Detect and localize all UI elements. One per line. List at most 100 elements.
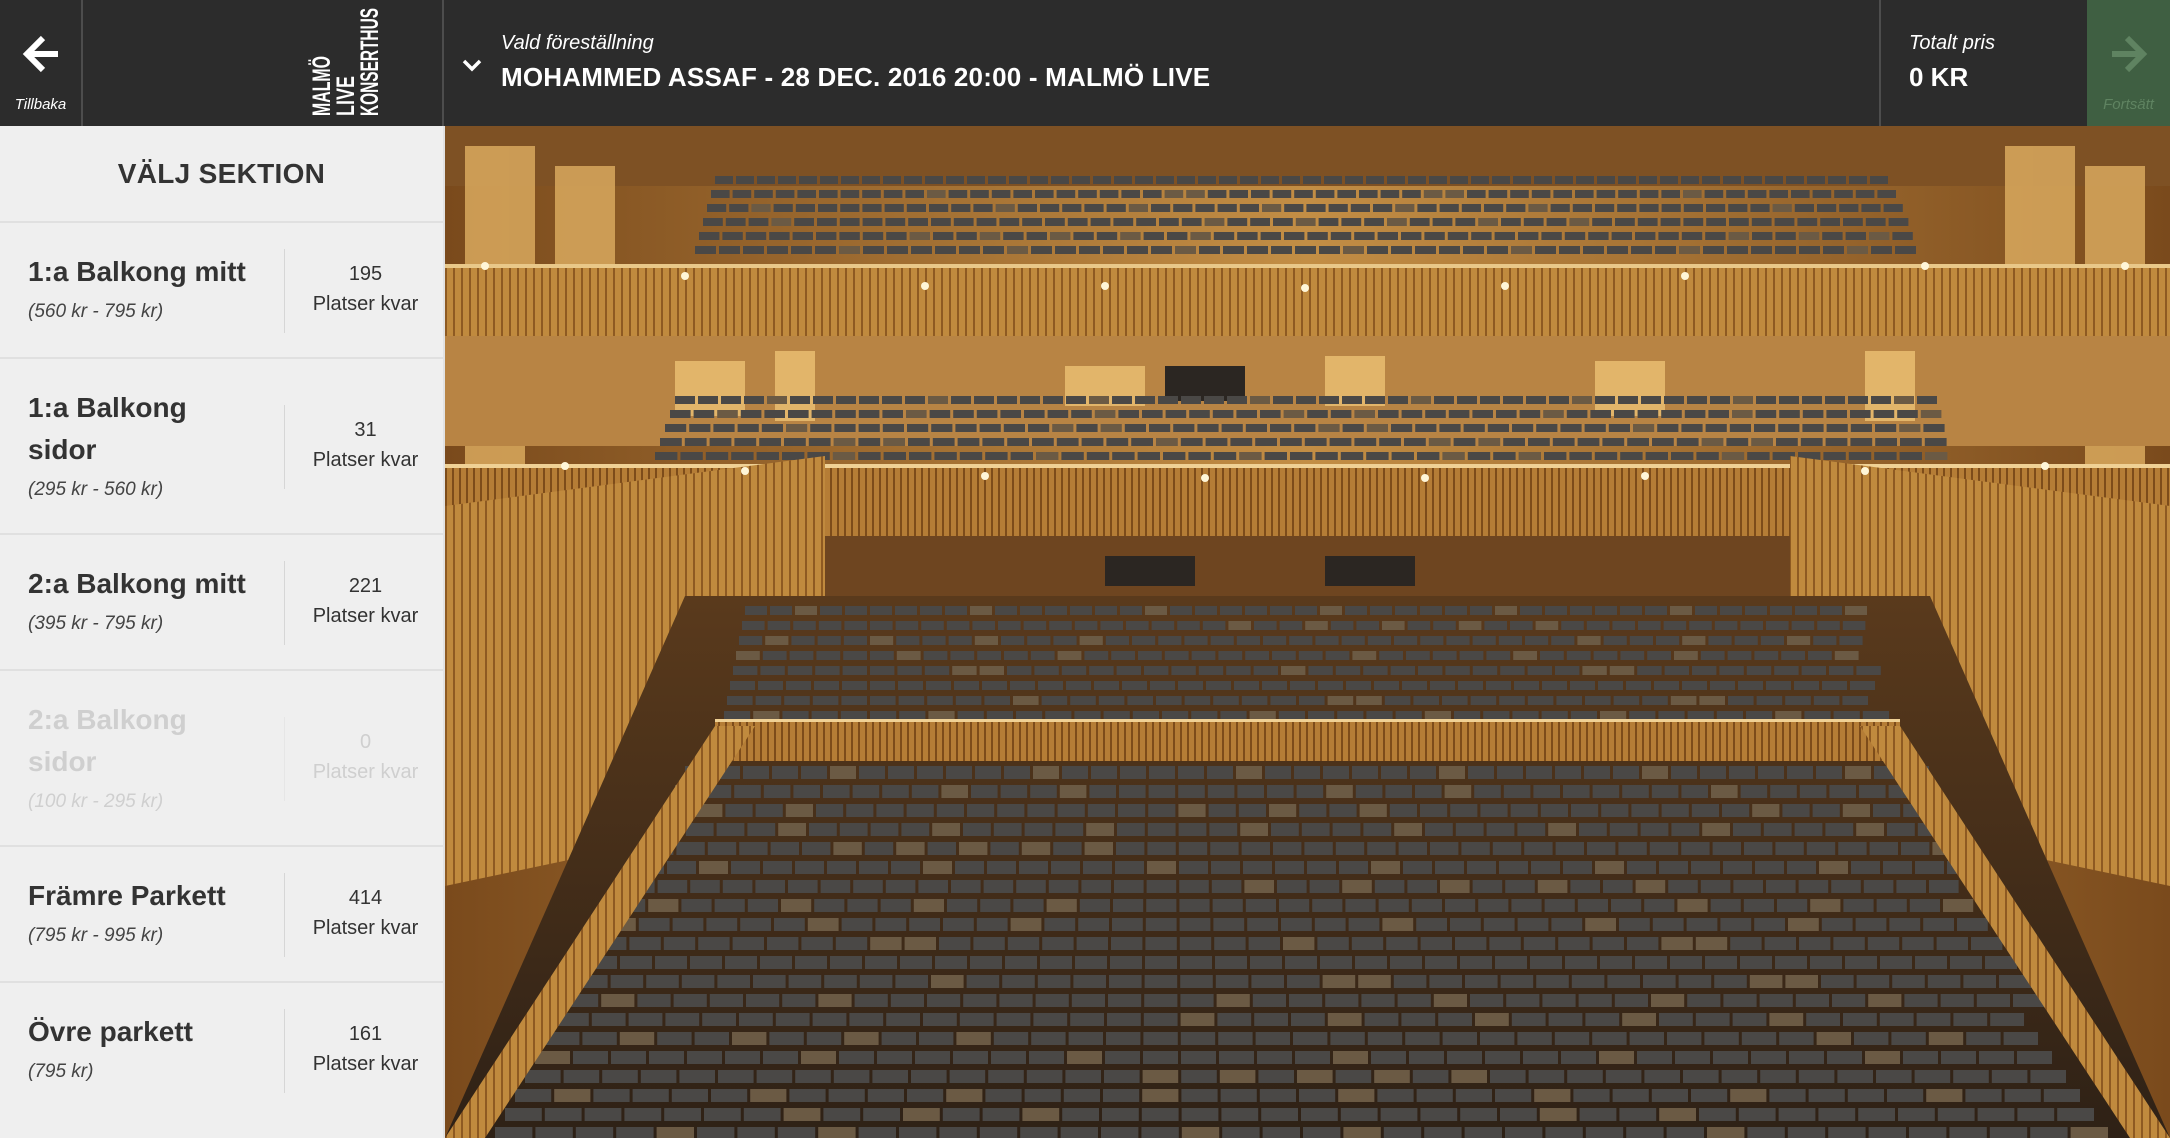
seat-shape (807, 918, 839, 931)
seat-shape (1211, 861, 1240, 874)
seat-shape (1563, 785, 1590, 798)
seat-shape (1284, 204, 1304, 212)
seat-shape (1359, 804, 1387, 817)
seat-shape (817, 218, 837, 226)
seat-shape (1089, 396, 1109, 404)
seat-shape (1146, 880, 1177, 893)
seat-shape (887, 246, 908, 254)
section-item-framre-parkett[interactable]: Främre Parkett (795 kr - 995 kr) 414 Pla… (0, 847, 443, 983)
seat-shape (906, 204, 926, 212)
seat-shape (1181, 1108, 1219, 1121)
seat-shape (1572, 204, 1592, 212)
seat-shape (1570, 606, 1592, 615)
seat-shape (1713, 1051, 1748, 1064)
seat-shape (1295, 246, 1316, 254)
seat-shape (814, 681, 839, 690)
continue-button[interactable]: Fortsätt (2087, 0, 2170, 126)
seat-shape (610, 975, 644, 988)
seat-shape (535, 1127, 573, 1138)
seat-shape (1585, 1127, 1624, 1138)
seat-shape (998, 621, 1021, 630)
seat-shape (1733, 880, 1763, 893)
performance-selector[interactable]: Vald föreställning MOHAMMED ASSAF - 28 D… (445, 0, 1879, 126)
seat-shape (953, 218, 974, 226)
seat-shape (1775, 711, 1802, 720)
seat-shape (973, 204, 993, 212)
seat-shape (1215, 975, 1249, 988)
seat-shape (1775, 246, 1796, 254)
seat-shape (1455, 823, 1484, 836)
seat-shape (1729, 218, 1749, 226)
section-item-balkong2-mitt[interactable]: 2:a Balkong mitt (395 kr - 795 kr) 221 P… (0, 535, 443, 671)
seat-shape (1217, 204, 1237, 212)
seat-shape (834, 424, 856, 432)
seat-shape (1340, 452, 1364, 460)
seat-shape (1373, 204, 1393, 212)
seat-shape (1035, 994, 1069, 1007)
seat-shape (1845, 766, 1871, 779)
seat-shape (1730, 937, 1762, 950)
seat-shape (788, 975, 822, 988)
seat-shape (1066, 396, 1086, 404)
seat-shape (1307, 410, 1328, 418)
seat-shape (854, 994, 888, 1007)
seat-shape (1777, 899, 1808, 912)
seat-shape (1486, 823, 1515, 836)
ceiling-light (2121, 262, 2129, 270)
seat-shape (1107, 1013, 1141, 1026)
seat-shape (1766, 681, 1791, 690)
seat-shape (1536, 975, 1569, 988)
seat-shape (1143, 1051, 1178, 1064)
seat-shape (1020, 396, 1040, 404)
seat-shape (1136, 218, 1156, 226)
seat-shape (1518, 452, 1541, 460)
seat-shape (1460, 1108, 1497, 1121)
seat-shape (1629, 1032, 1664, 1045)
seat-shape (1004, 651, 1028, 660)
seat-shape (906, 804, 934, 817)
seat-shape (1643, 975, 1676, 988)
seat-shape (1755, 410, 1777, 418)
seat-shape (1261, 1108, 1298, 1121)
seat-shape (1131, 438, 1153, 446)
seat-shape (1055, 246, 1076, 254)
seat-shape (1262, 1127, 1300, 1138)
section-divider (284, 249, 285, 333)
seat-shape (1649, 842, 1679, 855)
section-item-balkong1-mitt[interactable]: 1:a Balkong mitt (560 kr - 795 kr) 195 P… (0, 223, 443, 359)
seat-shape (1156, 696, 1182, 705)
seat-shape (1622, 785, 1649, 798)
seat-shape (1320, 606, 1342, 615)
seat-shape (573, 1051, 608, 1064)
ceiling-light (1681, 272, 1689, 280)
seat-shape (1949, 1127, 1987, 1138)
seat-shape (1888, 218, 1909, 226)
seat-shape (939, 1127, 977, 1138)
back-button[interactable]: Tillbaka (0, 0, 83, 126)
seat-shape (1120, 232, 1141, 240)
section-item-ovre-parkett[interactable]: Övre parkett (795 kr) 161 Platser kvar (0, 983, 443, 1136)
seat-shape (1081, 880, 1111, 893)
section-item-balkong1-sidor[interactable]: 1:a Balkong sidor (295 kr - 560 kr) 31 P… (0, 359, 443, 535)
seat-shape (1799, 937, 1831, 950)
seat-shape (812, 696, 839, 705)
seat-shape (1191, 711, 1218, 720)
ceiling-light (1201, 474, 1209, 482)
seat-shape (1511, 246, 1532, 254)
seat-shape (1710, 899, 1741, 912)
seat-shape (1434, 396, 1454, 404)
seat-shape (1190, 232, 1211, 240)
seat-shape (1804, 711, 1831, 720)
seat-shape (1719, 666, 1744, 675)
seat-shape (1144, 975, 1178, 988)
seat-shape (1641, 396, 1661, 404)
seat-shape (835, 410, 856, 418)
seat-shape (1325, 651, 1350, 660)
seat-shape (1027, 804, 1055, 817)
seat-shape (1094, 681, 1119, 690)
seat-shape (1220, 606, 1242, 615)
seat-shape (1346, 681, 1371, 690)
seat-shape (1254, 621, 1277, 630)
seat-shape (953, 1051, 988, 1064)
seat-shape (705, 452, 729, 460)
